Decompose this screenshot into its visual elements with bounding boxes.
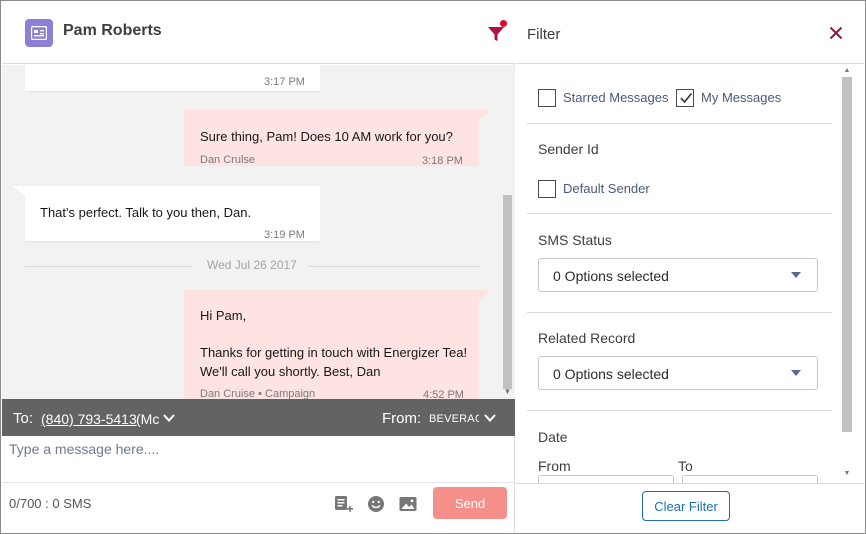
to-number-link[interactable]: (840) 793-5413 [41, 411, 137, 427]
date-separator: Wed Jul 26 2017 [25, 258, 480, 274]
message-greeting: Hi Pam, [200, 308, 247, 323]
template-icon[interactable] [333, 494, 353, 514]
clear-filter-button[interactable]: Clear Filter [642, 491, 730, 521]
date-to-label: To [678, 458, 693, 474]
scroll-down-icon[interactable]: ▼ [842, 470, 852, 478]
to-number-type: (Mc [136, 411, 160, 427]
default-sender-checkbox[interactable] [538, 180, 556, 198]
filter-title: Filter [527, 26, 561, 43]
bubble-tail [479, 110, 491, 120]
my-messages-label[interactable]: My Messages [701, 90, 781, 105]
contact-card-icon [25, 19, 53, 47]
sms-status-label: SMS Status [538, 232, 612, 248]
message-thread[interactable]: 3:17 PM Sure thing, Pam! Does 10 AM work… [2, 65, 515, 399]
message-body: Thanks for getting in touch with Energiz… [200, 345, 468, 379]
date-from-input[interactable] [538, 475, 674, 483]
caret-down-icon [791, 272, 801, 278]
message-sender-line: Dan Cruise • Campaign [200, 385, 315, 399]
sender-id-label: Sender Id [538, 141, 599, 157]
scroll-down-icon[interactable]: ▼ [503, 387, 512, 397]
contact-name: Pam Roberts [63, 22, 162, 39]
compose-area [2, 436, 515, 483]
date-to-input[interactable] [682, 475, 818, 483]
date-label: Wed Jul 26 2017 [207, 258, 297, 272]
filter-panel: Filter Starred Messages My Messages Send… [516, 2, 864, 532]
default-sender-label[interactable]: Default Sender [563, 181, 650, 196]
message-text: Hi Pam, Thanks for getting in touch with… [200, 306, 470, 381]
chat-panel: Pam Roberts 3:17 PM Sure thing, Pam! Doe… [2, 2, 515, 532]
meta-dot: • [258, 388, 266, 399]
message-campaign: Campaign [265, 388, 316, 399]
bubble-tail [479, 290, 491, 300]
message-outgoing: Hi Pam, Thanks for getting in touch with… [184, 290, 479, 399]
message-time: 3:19 PM [264, 229, 305, 241]
emoji-icon[interactable] [366, 494, 386, 514]
chat-header: Pam Roberts [2, 2, 515, 64]
starred-messages-label[interactable]: Starred Messages [563, 90, 669, 105]
to-label: To: [13, 410, 34, 427]
message-time: 3:18 PM [422, 155, 463, 167]
scroll-up-icon[interactable]: ▲ [842, 67, 852, 75]
starred-messages-checkbox[interactable] [538, 89, 556, 107]
section-divider [527, 213, 832, 214]
image-icon[interactable] [398, 494, 418, 514]
from-sender-value[interactable]: BEVERAG [429, 413, 479, 425]
caret-down-icon [791, 370, 801, 376]
close-icon[interactable] [829, 26, 843, 40]
filter-scrollbar-thumb[interactable] [842, 77, 852, 432]
related-record-value: 0 Options selected [553, 366, 669, 382]
message-text: That's perfect. Talk to you then, Dan. [40, 205, 252, 220]
message-incoming: That's perfect. Talk to you then, Dan. 3… [25, 186, 320, 241]
message-text: Sure thing, Pam! Does 10 AM work for you… [200, 129, 453, 144]
message-incoming: 3:17 PM [25, 65, 320, 91]
message-outgoing: Sure thing, Pam! Does 10 AM work for you… [184, 110, 479, 167]
filter-body: Starred Messages My Messages Sender Id D… [516, 65, 864, 483]
section-divider [527, 312, 832, 313]
character-counter: 0/700 : 0 SMS [9, 496, 92, 511]
send-button[interactable]: Send [433, 487, 507, 519]
filter-icon[interactable] [486, 24, 506, 44]
my-messages-checkbox[interactable] [676, 89, 694, 107]
date-from-label: From [538, 458, 571, 474]
message-time: 3:17 PM [264, 76, 305, 88]
message-input[interactable] [2, 436, 515, 483]
chevron-down-icon[interactable] [483, 411, 497, 430]
filter-active-badge [500, 20, 507, 27]
message-sender: Dan Cruise [200, 388, 256, 399]
section-divider [527, 410, 832, 411]
composer-toolbar: 0/700 : 0 SMS Send [2, 484, 515, 532]
related-record-select[interactable]: 0 Options selected [538, 356, 818, 390]
related-record-label: Related Record [538, 330, 636, 346]
message-time: 4:52 PM [423, 389, 464, 399]
thread-scrollbar-thumb[interactable] [503, 195, 512, 389]
bubble-tail [13, 186, 25, 196]
section-divider [527, 123, 832, 124]
sms-status-value: 0 Options selected [553, 268, 669, 284]
filter-footer: Clear Filter [516, 483, 864, 532]
from-label: From: [382, 410, 422, 427]
separator-line [309, 266, 480, 267]
recipient-bar: To: (840) 793-5413 (Mc From: BEVERAG [2, 399, 515, 436]
sms-status-select[interactable]: 0 Options selected [538, 258, 818, 292]
date-label: Date [538, 429, 568, 445]
separator-line [25, 266, 193, 267]
message-sender: Dan Crulse [200, 154, 256, 166]
chevron-down-icon[interactable] [162, 411, 176, 430]
filter-header: Filter [516, 2, 864, 64]
